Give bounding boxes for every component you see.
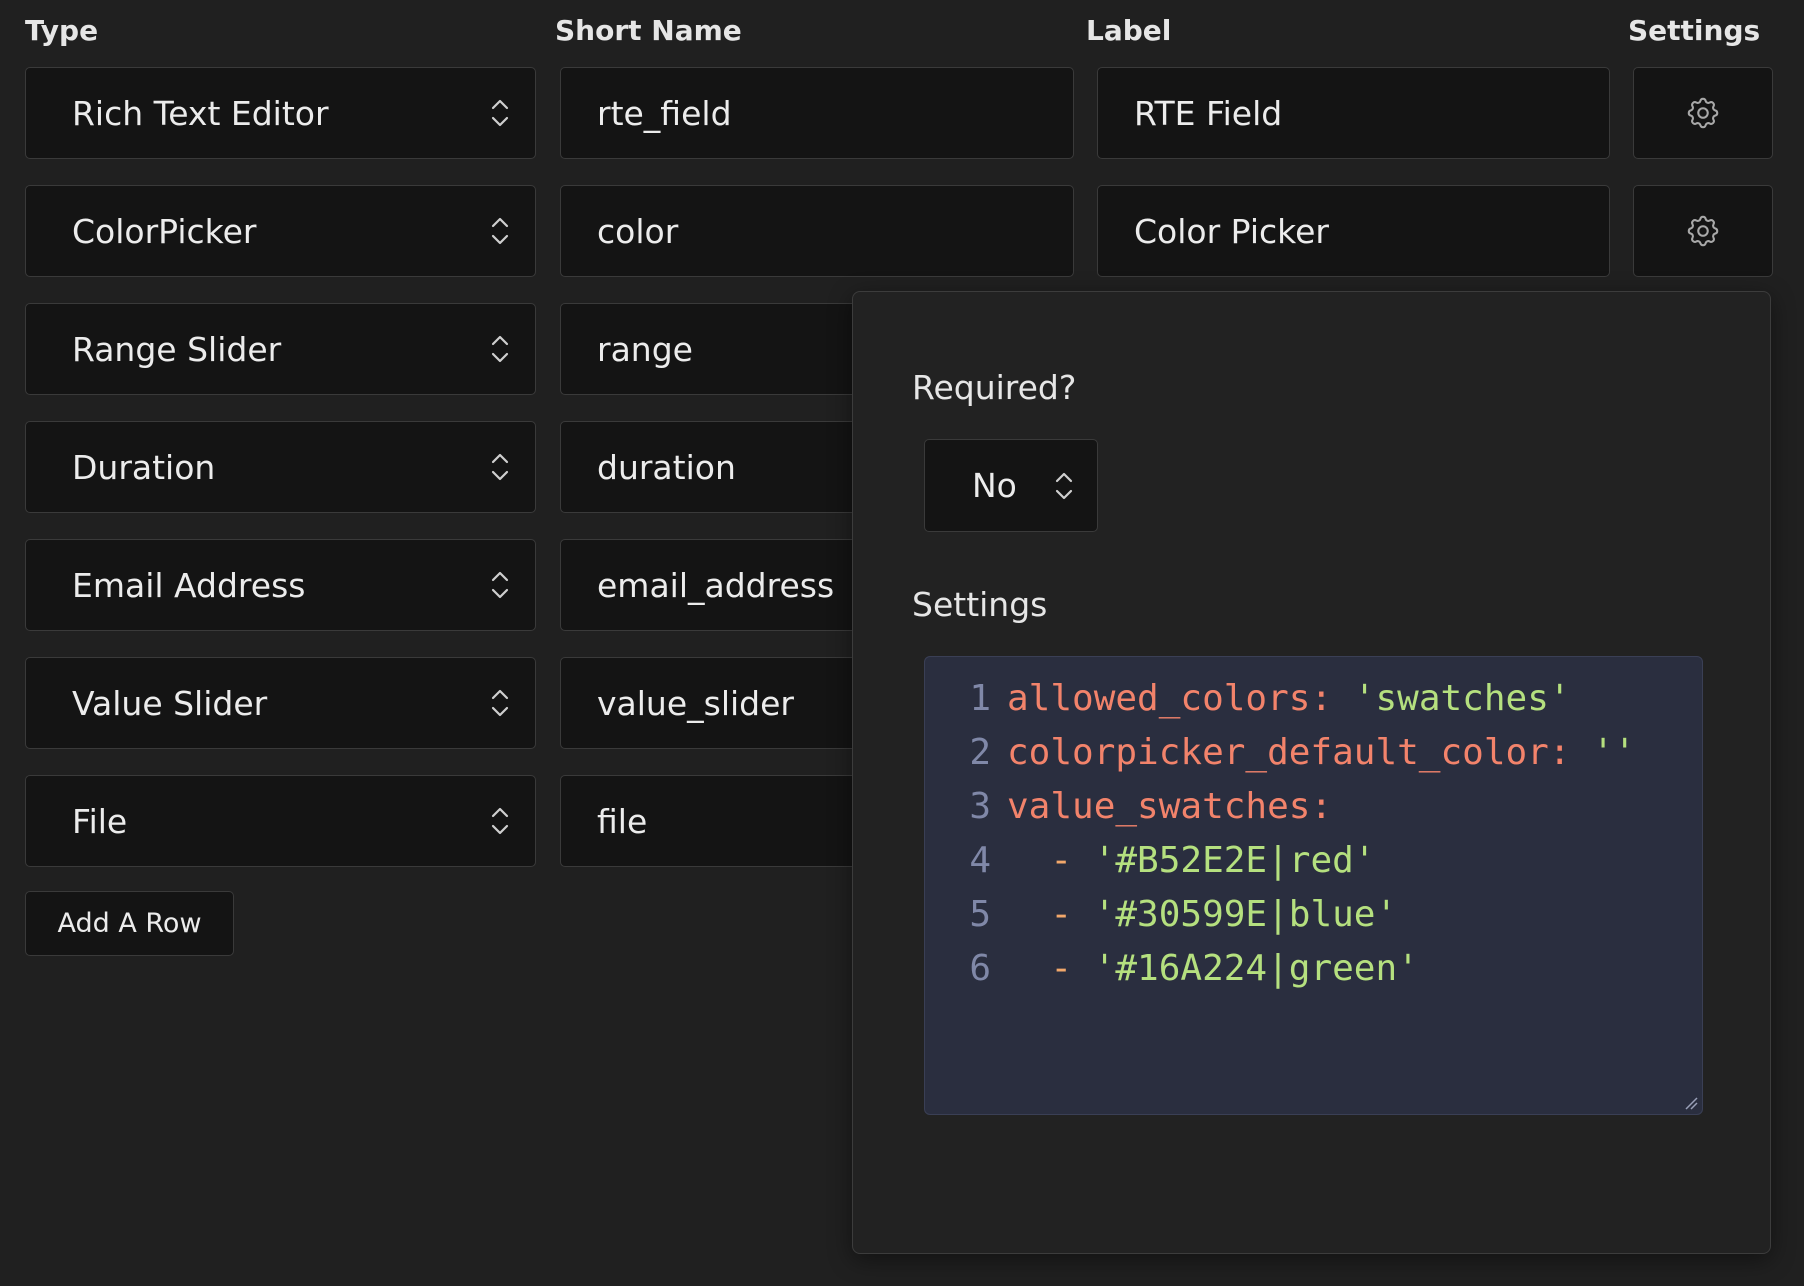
line-number: 3 <box>969 785 991 827</box>
type-select-value: Email Address <box>72 565 306 605</box>
line-number: 6 <box>969 947 991 989</box>
code-lines: 1 allowed_colors: 'swatches' 2 colorpicker_… <box>925 671 1702 995</box>
code-list-dash: - <box>1007 893 1094 935</box>
settings-label: Settings <box>912 585 1048 624</box>
type-select-value: Duration <box>72 447 216 487</box>
code-list-dash: - <box>1007 839 1094 881</box>
line-number: 4 <box>969 839 991 881</box>
line-number: 5 <box>969 893 991 935</box>
type-select[interactable]: Duration <box>25 421 536 513</box>
label-value: RTE Field <box>1134 93 1283 133</box>
settings-button[interactable] <box>1633 185 1773 277</box>
type-select[interactable]: Rich Text Editor <box>25 67 536 159</box>
gear-icon <box>1687 97 1719 129</box>
code-line: 6 - '#16A224|green' <box>925 941 1702 995</box>
line-number: 1 <box>969 677 991 719</box>
code-colon: : <box>1310 677 1354 719</box>
header-short-name: Short Name <box>555 14 742 47</box>
chevron-up-down-icon <box>491 335 509 363</box>
short-name-value: range <box>597 329 693 369</box>
resize-handle-icon[interactable] <box>1684 1096 1698 1110</box>
short-name-value: rte_field <box>597 93 732 133</box>
header-type: Type <box>25 14 99 47</box>
code-value: '#B52E2E|red' <box>1093 839 1376 881</box>
type-select-value: ColorPicker <box>72 211 257 251</box>
header-label: Label <box>1086 14 1172 47</box>
label-input[interactable]: Color Picker <box>1097 185 1610 277</box>
code-list-dash: - <box>1007 947 1094 989</box>
code-line: 2 colorpicker_default_color: '' <box>925 725 1702 779</box>
add-row-button[interactable]: Add A Row <box>25 891 234 956</box>
gear-icon <box>1687 215 1719 247</box>
required-select-value: No <box>972 466 1017 505</box>
code-key: colorpicker_default_color <box>1007 731 1549 773</box>
code-line: 1 allowed_colors: 'swatches' <box>925 671 1702 725</box>
short-name-value: file <box>597 801 648 841</box>
short-name-value: email_address <box>597 565 835 605</box>
chevron-up-down-icon <box>491 99 509 127</box>
code-colon: : <box>1310 785 1333 827</box>
code-line: 5 - '#30599E|blue' <box>925 887 1702 941</box>
line-number: 2 <box>969 731 991 773</box>
short-name-input[interactable]: rte_field <box>560 67 1074 159</box>
chevron-up-down-icon <box>491 689 509 717</box>
code-line: 4 - '#B52E2E|red' <box>925 833 1702 887</box>
type-select-value: Value Slider <box>72 683 268 723</box>
short-name-value: value_slider <box>597 683 794 723</box>
code-line: 3 value_swatches: <box>925 779 1702 833</box>
code-value: '#30599E|blue' <box>1093 893 1398 935</box>
settings-button[interactable] <box>1633 67 1773 159</box>
settings-code-editor[interactable]: 1 allowed_colors: 'swatches' 2 colorpicker_… <box>924 656 1703 1115</box>
required-select[interactable]: No <box>924 439 1098 532</box>
type-select-value: Range Slider <box>72 329 282 369</box>
code-value: '#16A224|green' <box>1093 947 1419 989</box>
chevron-up-down-icon <box>1055 472 1073 499</box>
code-colon: : <box>1548 731 1593 773</box>
type-select[interactable]: Value Slider <box>25 657 536 749</box>
label-input[interactable]: RTE Field <box>1097 67 1610 159</box>
chevron-up-down-icon <box>491 807 509 835</box>
type-select[interactable]: File <box>25 775 536 867</box>
label-value: Color Picker <box>1134 211 1329 251</box>
type-select-value: File <box>72 801 128 841</box>
type-select[interactable]: ColorPicker <box>25 185 536 277</box>
code-value: '' <box>1592 731 1636 773</box>
code-key: allowed_colors <box>1007 677 1311 719</box>
code-value: 'swatches' <box>1353 677 1571 719</box>
required-label: Required? <box>912 368 1077 407</box>
code-key: value_swatches <box>1007 785 1311 827</box>
header-settings: Settings <box>1628 14 1761 47</box>
short-name-input[interactable]: color <box>560 185 1074 277</box>
settings-popover: Required? No Settings 1 allowed_colors: '… <box>852 291 1771 1254</box>
short-name-value: color <box>597 211 679 251</box>
type-select-value: Rich Text Editor <box>72 93 329 133</box>
chevron-up-down-icon <box>491 453 509 481</box>
short-name-value: duration <box>597 447 736 487</box>
type-select[interactable]: Email Address <box>25 539 536 631</box>
type-select[interactable]: Range Slider <box>25 303 536 395</box>
chevron-up-down-icon <box>491 571 509 599</box>
chevron-up-down-icon <box>491 217 509 245</box>
